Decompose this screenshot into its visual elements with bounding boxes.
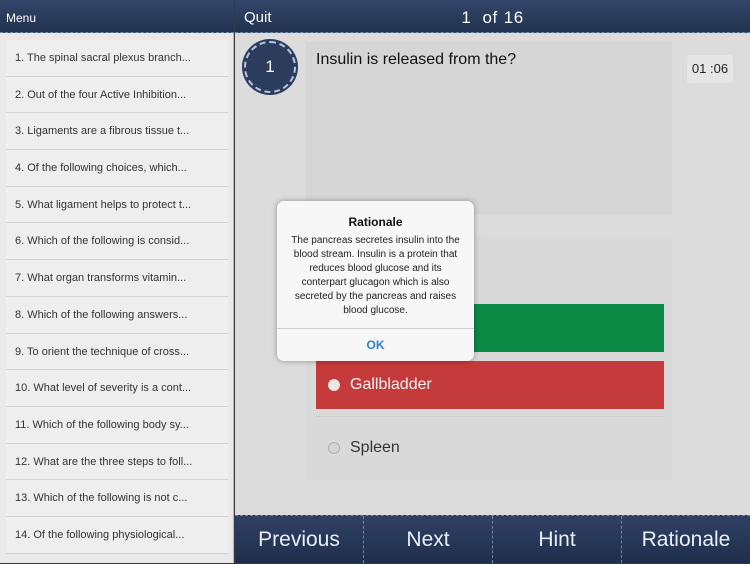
question-list-item[interactable]: 5. What ligament helps to protect t... bbox=[6, 186, 228, 224]
bottom-toolbar: Previous Next Hint Rationale bbox=[235, 515, 750, 563]
question-list-item[interactable]: 8. Which of the following answers... bbox=[6, 296, 228, 334]
menu-label: Menu bbox=[6, 11, 37, 25]
question-list-item[interactable]: 13. Which of the following is not c... bbox=[6, 480, 228, 517]
question-list-item[interactable]: 7. What organ transforms vitamin... bbox=[6, 260, 228, 297]
question-card: Insulin is released from the? bbox=[306, 42, 672, 214]
question-list-item[interactable]: 11. Which of the following body sy... bbox=[6, 406, 228, 444]
divider bbox=[316, 416, 664, 417]
question-list-item[interactable]: 14. Of the following physiological... bbox=[6, 516, 228, 554]
hint-button[interactable]: Hint bbox=[493, 516, 622, 563]
question-list: 1. The spinal sacral plexus branch... 2.… bbox=[6, 40, 228, 554]
ok-button[interactable]: OK bbox=[277, 329, 474, 361]
radio-icon bbox=[328, 379, 340, 391]
question-list-item[interactable]: 9. To orient the technique of cross... bbox=[6, 333, 228, 371]
rationale-dialog: Rationale The pancreas secretes insulin … bbox=[277, 201, 474, 361]
current-question-number: 1 bbox=[461, 8, 472, 27]
question-list-item[interactable]: 4. Of the following choices, which... bbox=[6, 150, 228, 187]
top-bar: Quit 1 of 16 bbox=[235, 0, 750, 33]
previous-button[interactable]: Previous bbox=[235, 516, 364, 563]
total-questions: 16 bbox=[503, 8, 524, 27]
answer-label: Gallbladder bbox=[350, 376, 432, 393]
question-list-item[interactable]: 1. The spinal sacral plexus branch... bbox=[6, 40, 228, 77]
dialog-title: Rationale bbox=[348, 215, 403, 229]
radio-icon bbox=[328, 442, 340, 454]
question-list-item[interactable]: 3. Ligaments are a fibrous tissue t... bbox=[6, 113, 228, 151]
question-list-item[interactable]: 12. What are the three steps to foll... bbox=[6, 443, 228, 481]
rationale-button[interactable]: Rationale bbox=[622, 516, 750, 563]
sidebar-header: Menu bbox=[0, 0, 234, 33]
dialog-message: The pancreas secretes insulin into the b… bbox=[291, 235, 460, 316]
answer-option-gallbladder[interactable]: Gallbladder bbox=[316, 361, 664, 409]
question-text: Insulin is released from the? bbox=[316, 51, 517, 68]
counter-of-label: of bbox=[482, 8, 498, 27]
question-number-badge: 1 bbox=[244, 41, 296, 93]
question-list-item[interactable]: 10. What level of severity is a cont... bbox=[6, 370, 228, 407]
next-button[interactable]: Next bbox=[364, 516, 493, 563]
timer: 01 :06 bbox=[687, 55, 733, 83]
answer-label: Spleen bbox=[350, 439, 400, 456]
question-counter: 1 of 16 bbox=[235, 8, 750, 28]
answer-option-spleen[interactable]: Spleen bbox=[316, 424, 664, 472]
question-list-item[interactable]: 2. Out of the four Active Inhibition... bbox=[6, 76, 228, 114]
sidebar: Menu 1. The spinal sacral plexus branch.… bbox=[0, 0, 234, 563]
question-list-item[interactable]: 6. Which of the following is consid... bbox=[6, 223, 228, 261]
